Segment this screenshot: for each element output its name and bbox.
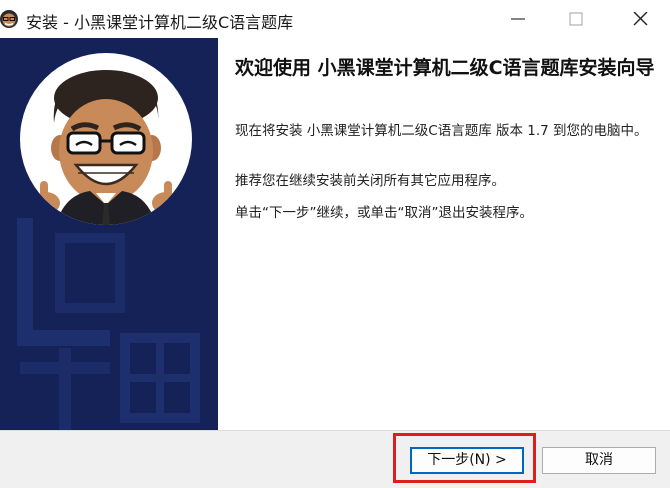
close-apps-text: 推荐您在继续安装前关闭所有其它应用程序。: [235, 173, 505, 189]
close-button[interactable]: [610, 0, 670, 38]
minimize-button[interactable]: [488, 0, 548, 38]
welcome-panel: 欢迎使用 小黑课堂计算机二级C语言题库安装向导 现在将安装 小黑课堂计算机二级C…: [218, 38, 670, 430]
minimize-icon: [511, 18, 525, 20]
window-title: 安装 - 小黑课堂计算机二级C语言题库: [26, 13, 294, 32]
avatar: [20, 53, 192, 225]
welcome-heading: 欢迎使用 小黑课堂计算机二级C语言题库安装向导: [235, 57, 655, 79]
install-info-text: 现在将安装 小黑课堂计算机二级C语言题库 版本 1.7 到您的电脑中。: [235, 123, 648, 139]
sidebar-banner: [0, 38, 218, 430]
app-icon: [0, 6, 22, 30]
maximize-button[interactable]: [546, 0, 606, 38]
instructions-text: 单击“下一步”继续，或单击“取消”退出安装程序。: [235, 205, 533, 221]
cartoon-avatar-icon: [32, 70, 180, 225]
close-icon: [633, 12, 648, 26]
button-bar: 下一步(N) > 取消: [0, 430, 670, 488]
title-bar: 安装 - 小黑课堂计算机二级C语言题库: [0, 0, 670, 38]
maximize-icon: [569, 12, 583, 26]
next-button[interactable]: 下一步(N) >: [410, 447, 524, 474]
cancel-button[interactable]: 取消: [542, 447, 656, 474]
